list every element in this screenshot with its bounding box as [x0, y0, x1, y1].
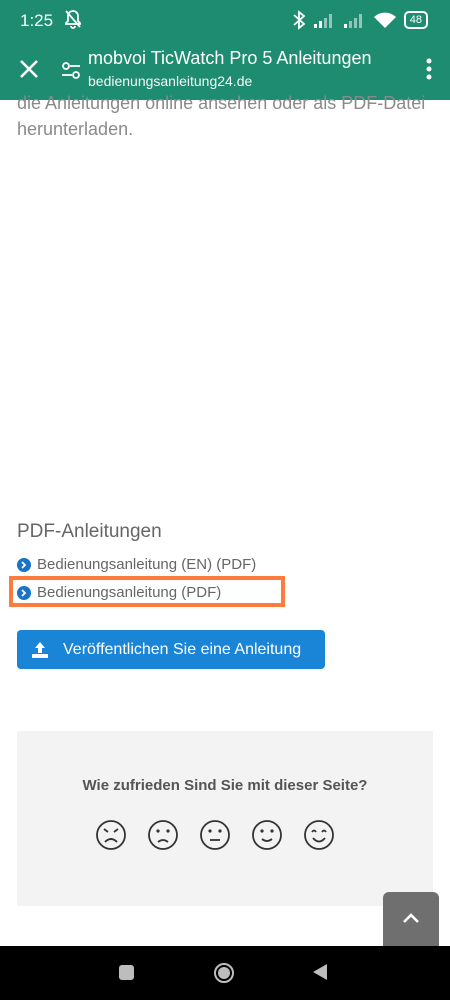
bluetooth-icon — [293, 10, 306, 30]
signal-icon — [313, 14, 332, 28]
page-title: mobvoi TicWatch Pro 5 Anleitungen — [88, 48, 372, 68]
very-happy-face-icon[interactable] — [303, 819, 335, 851]
home-button[interactable] — [213, 962, 235, 984]
back-button[interactable] — [312, 963, 328, 981]
upload-icon — [32, 641, 48, 658]
scroll-to-top-button[interactable] — [383, 892, 439, 946]
site-settings-icon[interactable] — [60, 59, 82, 81]
link-label[interactable]: Bedienungsanleitung (EN) (PDF) — [37, 556, 256, 573]
sad-face-icon[interactable] — [147, 819, 179, 851]
manual-link-en[interactable]: Bedienungsanleitung (EN) (PDF) — [17, 556, 256, 573]
signal-icon — [343, 14, 362, 28]
recents-button[interactable] — [119, 965, 134, 980]
publish-button-label: Veröffentlichen Sie eine Anleitung — [63, 640, 302, 658]
page-url[interactable]: bedienungsanleitung24.de — [88, 73, 252, 89]
system-nav-bar — [0, 946, 450, 1000]
chevron-up-icon — [403, 913, 419, 923]
happy-face-icon[interactable] — [251, 819, 283, 851]
close-icon[interactable] — [16, 56, 42, 82]
wifi-icon — [373, 12, 396, 28]
feedback-panel: Wie zufrieden Sind Sie mit dieser Seite? — [17, 731, 433, 906]
neutral-face-icon[interactable] — [199, 819, 231, 851]
very-sad-face-icon[interactable] — [95, 819, 127, 851]
publish-manual-button[interactable]: Veröffentlichen Sie eine Anleitung — [17, 630, 325, 669]
status-bar: 1:25 48 — [0, 0, 450, 42]
bell-off-icon — [65, 10, 81, 29]
battery-indicator: 48 — [403, 11, 428, 29]
feedback-question: Wie zufrieden Sind Sie mit dieser Seite? — [82, 777, 368, 794]
more-options-icon[interactable] — [424, 56, 434, 82]
status-time: 1:25 — [20, 11, 54, 30]
section-title: PDF-Anleitungen — [17, 521, 162, 542]
intro-text: die Anleitungen online ansehen oder als … — [17, 93, 426, 139]
chevron-right-icon — [17, 557, 31, 572]
highlight-box — [9, 576, 285, 607]
